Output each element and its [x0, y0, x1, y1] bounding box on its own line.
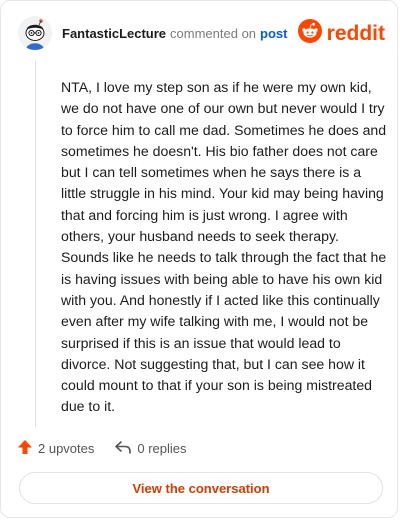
username-link[interactable]: FantasticLecture	[62, 26, 166, 41]
comment-actions: 2 upvotes 0 replies	[17, 437, 187, 459]
view-conversation-button[interactable]: View the conversation	[19, 472, 383, 504]
upvotes-count: 2 upvotes	[38, 440, 95, 456]
comment-card: FantasticLecture commented on post reddi	[0, 0, 398, 518]
comment-body: NTA, I love my step son as if he were my…	[61, 79, 387, 415]
reddit-logo-icon	[297, 18, 322, 48]
replies-count: 0 replies	[137, 440, 187, 456]
replies-button[interactable]: 0 replies	[114, 439, 187, 458]
upvote-arrow-icon	[17, 439, 33, 458]
commented-on-text: commented on	[170, 25, 257, 41]
reddit-wordmark: reddit	[326, 21, 385, 45]
reddit-brand[interactable]: reddit	[297, 18, 385, 48]
user-avatar-icon[interactable]	[18, 16, 52, 50]
upvote-button[interactable]: 2 upvotes	[17, 439, 94, 458]
reply-arrow-icon	[114, 439, 132, 458]
comment-header: FantasticLecture commented on post reddi	[18, 15, 385, 51]
post-link[interactable]: post	[260, 26, 287, 41]
comment-meta: FantasticLecture commented on post	[62, 26, 288, 41]
thread-line	[35, 61, 36, 427]
